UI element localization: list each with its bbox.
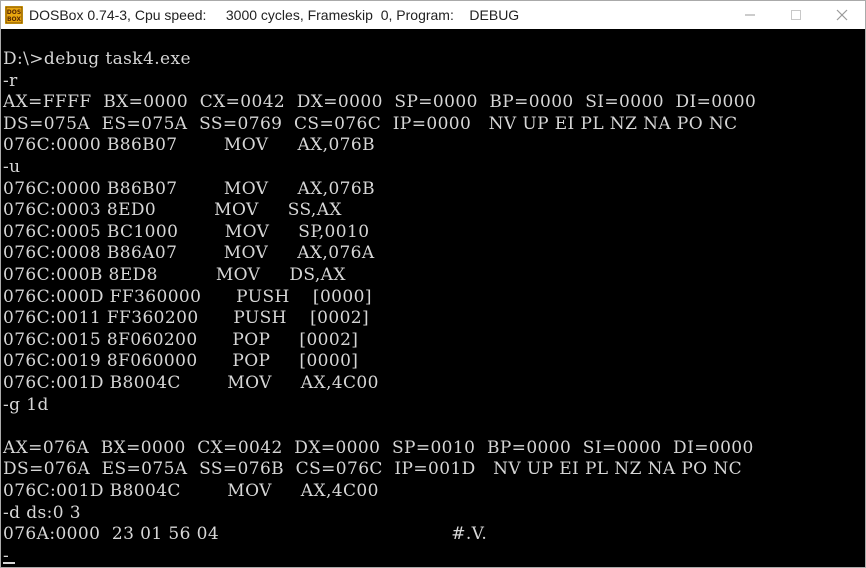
svg-text:DOS: DOS <box>7 9 21 16</box>
terminal-line: 076C:0000 B86B07 MOV AX,076B <box>3 135 375 156</box>
terminal-line: 076C:001D B8004C MOV AX,4C00 <box>3 481 379 501</box>
maximize-button[interactable] <box>773 1 819 29</box>
dosbox-window: DOS BOX DOSBox 0.74-3, Cpu speed: 3000 c… <box>0 0 866 568</box>
terminal-line: AX=FFFF BX=0000 CX=0042 DX=0000 SP=0000 … <box>3 92 757 113</box>
text-cursor <box>3 562 15 564</box>
terminal-line: 076C:0011 FF360200 PUSH [0002] <box>3 308 370 329</box>
terminal-line: 076C:0005 BC1000 MOV SP,0010 <box>3 221 370 242</box>
terminal-line: -r <box>3 70 18 91</box>
maximize-icon <box>790 9 802 21</box>
dosbox-icon: DOS BOX <box>5 6 23 24</box>
terminal-line: 076C:0015 8F060200 POP [0002] <box>3 329 359 350</box>
window-title: DOSBox 0.74-3, Cpu speed: 3000 cycles, F… <box>29 7 520 23</box>
command-prompt: - <box>3 545 10 566</box>
terminal-line: 076A:0000 23 01 56 04 #.V. <box>3 524 488 545</box>
terminal-line: 076C:0000 B86B07 MOV AX,076B <box>3 178 375 199</box>
terminal-line: AX=076A BX=0000 CX=0042 DX=0000 SP=0010 … <box>3 437 754 458</box>
window-controls <box>727 1 865 29</box>
close-button[interactable] <box>819 1 865 29</box>
close-icon <box>836 9 848 21</box>
terminal-line: 076C:0008 B86A07 MOV AX,076A <box>3 243 375 264</box>
terminal-line: DS=075A ES=075A SS=0769 CS=076C IP=0000 … <box>3 113 738 134</box>
terminal-line: 076C:000D FF360000 PUSH [0000] <box>3 286 372 307</box>
dos-terminal[interactable]: D:\>debug task4.exe -r AX=FFFF BX=0000 C… <box>1 29 865 567</box>
terminal-line: 076C:000B 8ED8 MOV DS,AX <box>3 265 346 285</box>
terminal-line: -d ds:0 3 <box>3 502 81 523</box>
svg-text:BOX: BOX <box>7 16 21 23</box>
terminal-line: 076C:0003 8ED0 MOV SS,AX <box>3 200 342 221</box>
title-bar[interactable]: DOS BOX DOSBox 0.74-3, Cpu speed: 3000 c… <box>1 1 865 29</box>
minimize-icon <box>744 9 756 21</box>
terminal-line: 076C:001D B8004C MOV AX,4C00 <box>3 373 379 393</box>
terminal-line: 076C:0019 8F060000 POP [0000] <box>3 351 359 372</box>
terminal-line: -g 1d <box>3 394 49 415</box>
minimize-button[interactable] <box>727 1 773 29</box>
terminal-line: -u <box>3 157 21 177</box>
terminal-line: DS=076A ES=075A SS=076B CS=076C IP=001D … <box>3 459 743 480</box>
terminal-line: D:\>debug task4.exe <box>3 49 191 69</box>
